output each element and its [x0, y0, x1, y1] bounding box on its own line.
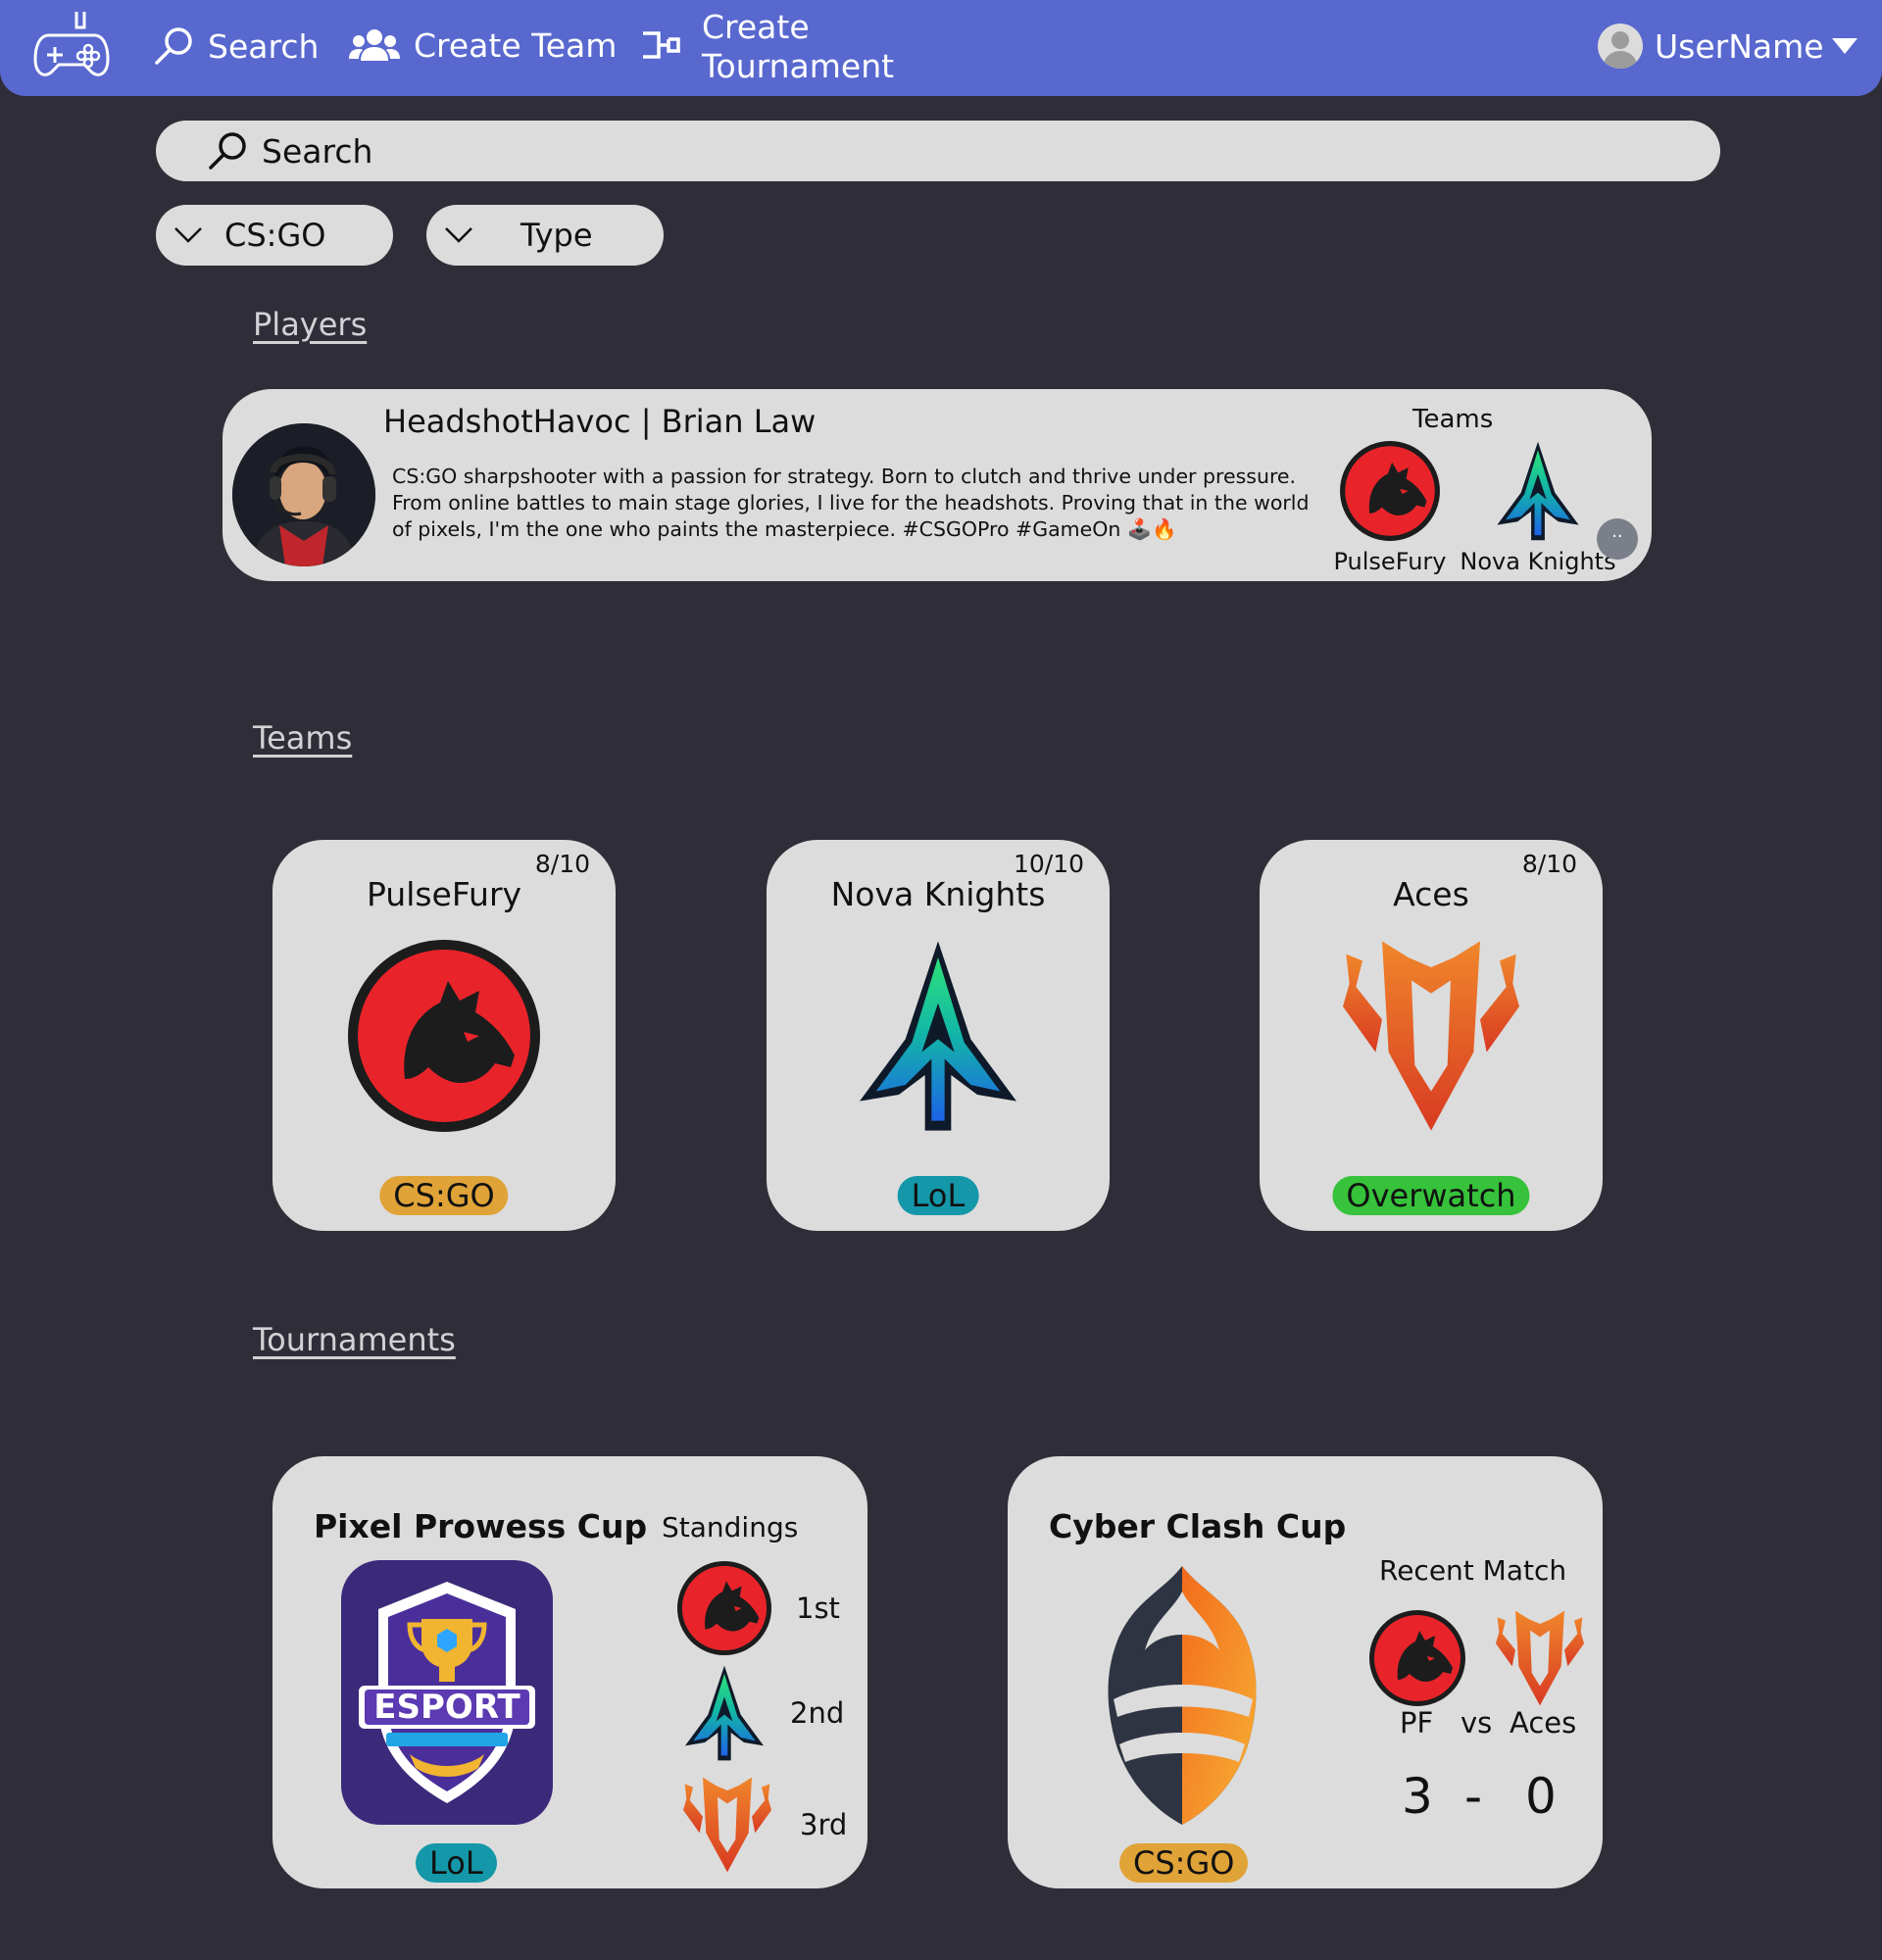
standing-rank: 3rd: [800, 1808, 848, 1841]
standing-row-2[interactable]: 2nd: [682, 1664, 844, 1762]
tournament-name: Cyber Clash Cup: [1049, 1507, 1347, 1545]
nav-search-label: Search: [208, 26, 320, 66]
game-badge: CS:GO: [1119, 1843, 1249, 1883]
arrow-icon: [682, 1664, 767, 1762]
game-filter-value: CS:GO: [224, 217, 326, 254]
players-heading[interactable]: Players: [253, 306, 367, 343]
nav-create-team-link[interactable]: Create Team: [349, 25, 617, 65]
game-badge: LoL: [897, 1176, 979, 1215]
standing-rank: 1st: [796, 1592, 840, 1625]
wolf-icon: [1368, 1609, 1466, 1707]
tournament-card-cyber-clash[interactable]: Cyber Clash Cup CS:GO Recent Match PF vs…: [1008, 1456, 1603, 1888]
game-badge: LoL: [416, 1843, 497, 1883]
match-team-a: PF: [1400, 1706, 1434, 1740]
team-name: PulseFury: [366, 875, 522, 913]
wolf-icon: [676, 1560, 772, 1656]
user-menu[interactable]: UserName: [1598, 24, 1857, 69]
standings-label: Standings: [662, 1511, 799, 1544]
team-member-count: 10/10: [1013, 850, 1084, 878]
standing-row-1[interactable]: 1st: [676, 1560, 840, 1656]
match-score-b: 0: [1525, 1768, 1557, 1825]
search-icon: [209, 132, 246, 170]
team-member-count: 8/10: [534, 850, 590, 878]
tournaments-heading[interactable]: Tournaments: [253, 1321, 456, 1358]
standing-rank: 2nd: [790, 1696, 845, 1730]
player-team-pulsefury[interactable]: PulseFury: [1326, 440, 1454, 575]
nav-search-link[interactable]: Search: [153, 25, 319, 67]
match-team-b: Aces: [1510, 1706, 1577, 1740]
team-card-pulsefury[interactable]: 8/10 PulseFury CS:GO: [272, 840, 616, 1231]
username-label: UserName: [1655, 26, 1824, 66]
arrow-icon: [850, 938, 1026, 1134]
nav-create-team-label: Create Team: [414, 25, 618, 65]
team-card-aces[interactable]: 8/10 Aces Overwatch: [1260, 840, 1603, 1231]
chevron-down-icon: [445, 227, 472, 243]
search-bar: [156, 121, 1720, 181]
arrow-icon: [1493, 440, 1583, 542]
wolf-icon: [1339, 440, 1441, 542]
recent-match-label: Recent Match: [1379, 1554, 1567, 1587]
wolf-icon: [346, 938, 542, 1134]
users-icon: [349, 29, 400, 61]
gamepad-logo-icon[interactable]: [33, 8, 110, 80]
nav-create-tournament-link[interactable]: Create Tournament: [641, 8, 898, 86]
player-photo: [232, 423, 375, 566]
shield-v-icon: [678, 1776, 776, 1874]
avatar: [1598, 24, 1643, 69]
team-member-count: 8/10: [1521, 850, 1577, 878]
game-filter-dropdown[interactable]: CS:GO: [156, 205, 393, 266]
bracket-icon: [643, 31, 680, 59]
type-filter-value: Type: [520, 217, 593, 254]
tournament-name: Pixel Prowess Cup: [314, 1507, 648, 1545]
teams-heading[interactable]: Teams: [253, 719, 352, 757]
player-card[interactable]: HeadshotHavoc | Brian Law CS:GO sharpsho…: [223, 389, 1652, 581]
player-team-label: Nova Knights: [1460, 548, 1616, 575]
search-input[interactable]: [260, 130, 1636, 172]
type-filter-dropdown[interactable]: Type: [426, 205, 664, 266]
more-options-button[interactable]: ··: [1597, 518, 1638, 560]
team-name: Aces: [1393, 875, 1469, 913]
player-name[interactable]: HeadshotHavoc | Brian Law: [383, 403, 816, 440]
tournament-card-pixel-prowess[interactable]: Pixel Prowess Cup ESPORT LoL Standings 1…: [272, 1456, 867, 1888]
standing-row-3[interactable]: 3rd: [678, 1776, 847, 1874]
search-icon: [155, 27, 192, 65]
shield-v-icon: [1333, 938, 1529, 1134]
chevron-down-icon: [1831, 38, 1857, 54]
svg-text:ESPORT: ESPORT: [373, 1688, 520, 1727]
match-score-dash: -: [1464, 1768, 1483, 1825]
game-badge: CS:GO: [379, 1176, 509, 1215]
chevron-down-icon: [174, 227, 202, 243]
top-nav: Search Create Team Create Tournament Use…: [0, 0, 1882, 96]
game-badge: Overwatch: [1332, 1176, 1530, 1215]
match-vs: vs: [1461, 1706, 1493, 1740]
player-team-label: PulseFury: [1333, 548, 1447, 575]
match-score-a: 3: [1402, 1768, 1433, 1825]
flame-helmet-logo-icon: [1108, 1566, 1257, 1825]
player-bio: CS:GO sharpshooter with a passion for st…: [392, 465, 1310, 541]
esport-trophy-logo-icon: ESPORT: [341, 1560, 553, 1825]
player-teams-label: Teams: [1412, 405, 1494, 434]
player-team-nova-knights[interactable]: Nova Knights: [1450, 440, 1626, 575]
team-card-nova-knights[interactable]: 10/10 Nova Knights LoL: [767, 840, 1110, 1231]
nav-create-tournament-label: Create Tournament: [702, 8, 895, 85]
team-name: Nova Knights: [830, 875, 1046, 913]
shield-v-icon: [1490, 1609, 1590, 1707]
